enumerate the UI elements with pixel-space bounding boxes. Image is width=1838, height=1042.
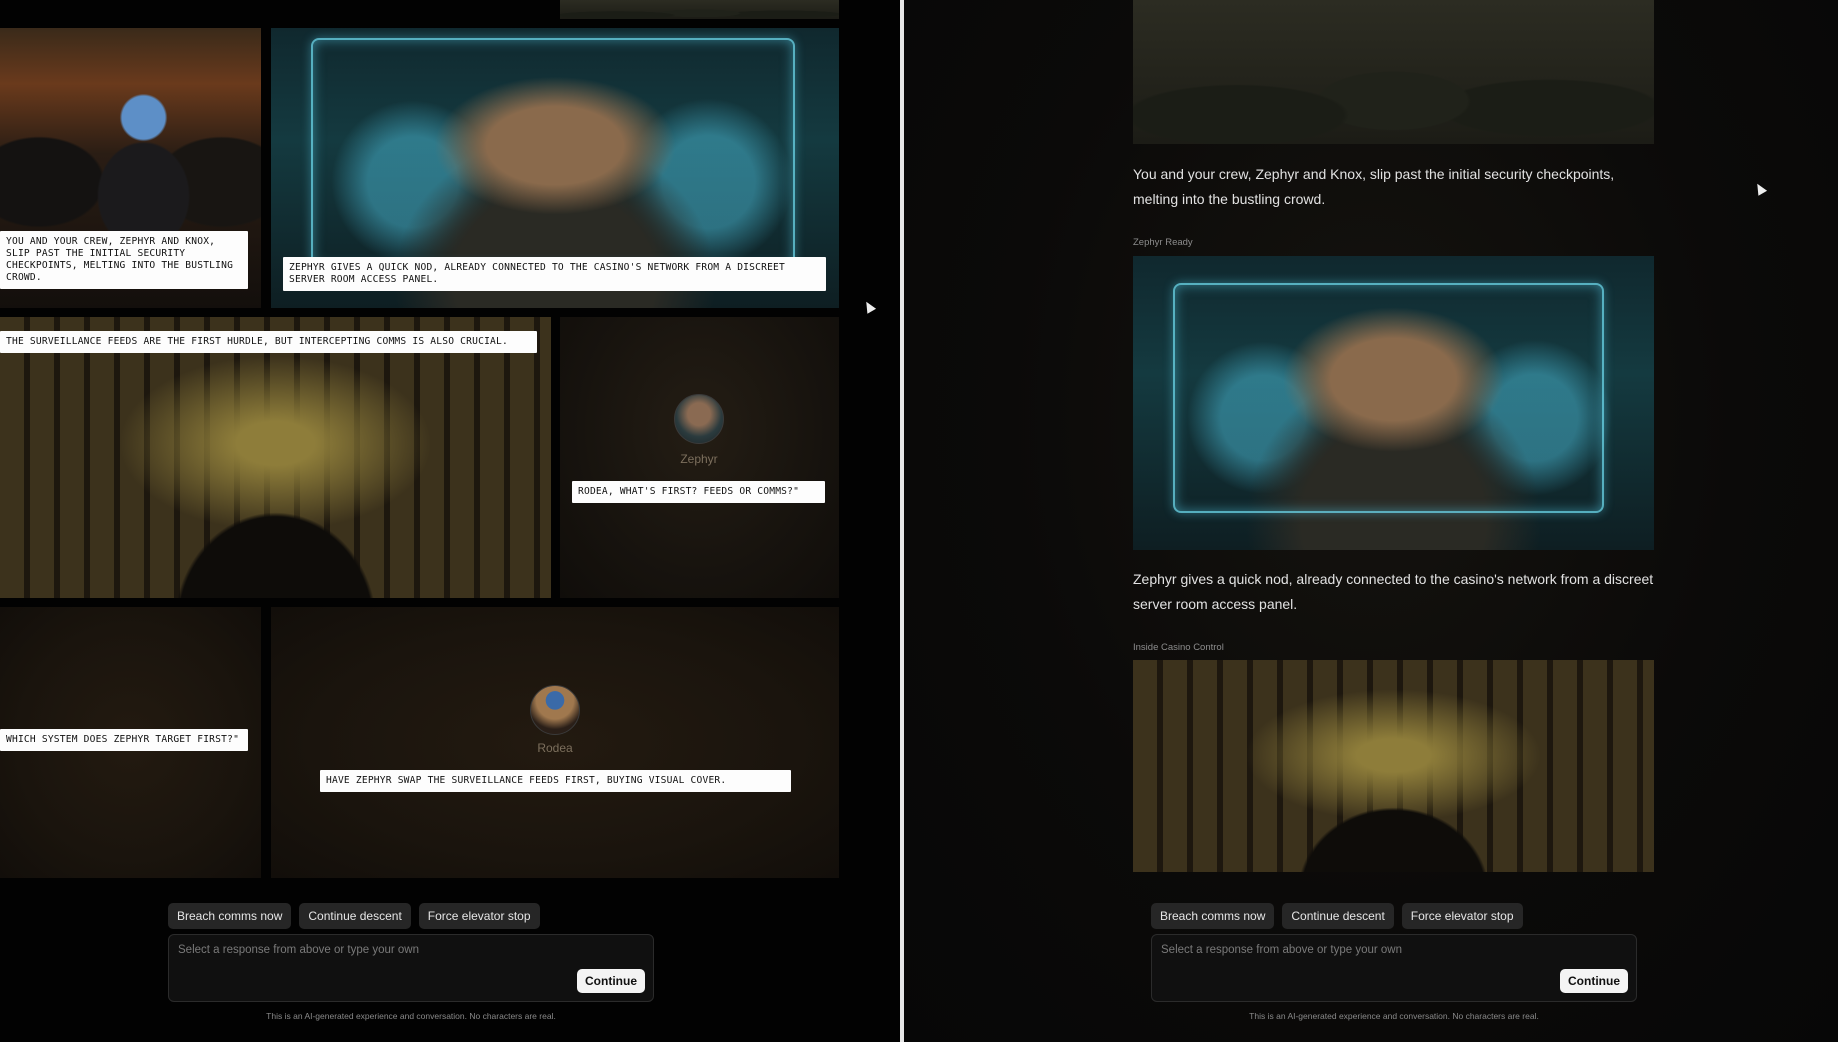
zephyr-speech-bubble: Rodea, what's first? Feeds or comms?" (572, 481, 825, 503)
panel-rodea-dialogue: Rodea Have Zephyr swap the surveillance … (271, 607, 839, 878)
mouse-cursor-icon (1752, 181, 1768, 196)
rodea-avatar (530, 685, 580, 735)
suggestion-force-elevator-stop[interactable]: Force elevator stop (1401, 903, 1523, 929)
zephyr-avatar (674, 394, 724, 444)
panel-question: Which system does Zephyr target first?" (0, 607, 261, 878)
suggestion-breach-comms[interactable]: Breach comms now (168, 903, 292, 929)
feed-text-1: You and your crew, Zephyr and Knox, slip… (1133, 166, 1615, 207)
continue-button[interactable]: Continue (1560, 969, 1628, 993)
response-input[interactable]: Select a response from above or type you… (168, 934, 654, 1002)
zephyr-speaker-name: Zephyr (680, 452, 718, 466)
feed-label-casino-control: Inside Casino Control (1133, 642, 1224, 653)
suggestion-force-elevator-stop[interactable]: Force elevator stop (418, 903, 540, 929)
panel-crowd-caption: You and your crew, Zephyr and Knox, slip… (0, 231, 248, 289)
feed-label-zephyr-ready: Zephyr Ready (1133, 237, 1193, 248)
response-input-placeholder: Select a response from above or type you… (1161, 944, 1402, 956)
comic-view-pane: You and your crew, Zephyr and Knox, slip… (0, 0, 900, 1042)
suggestion-chips: Breach comms now Continue descent Force … (168, 903, 540, 929)
panel-top-strip-image (560, 0, 839, 19)
feed-zephyr-image (1133, 256, 1654, 550)
panel-zephyr-caption: Zephyr gives a quick nod, already connec… (283, 257, 826, 291)
response-input[interactable]: Select a response from above or type you… (1151, 934, 1637, 1002)
suggestion-chips: Breach comms now Continue descent Force … (1151, 903, 1523, 929)
panel-control-caption: The surveillance feeds are the first hur… (0, 331, 537, 353)
feed-text-2: Zephyr gives a quick nod, already connec… (1133, 571, 1654, 612)
hologram-frame (311, 38, 795, 268)
response-input-placeholder: Select a response from above or type you… (178, 944, 419, 956)
panel-zephyr-image: Zephyr gives a quick nod, already connec… (271, 28, 839, 308)
suggestion-continue-descent[interactable]: Continue descent (299, 903, 411, 929)
feed-view-pane: You and your crew, Zephyr and Knox, slip… (904, 0, 1838, 1042)
rodea-speech-bubble: Have Zephyr swap the surveillance feeds … (320, 770, 791, 792)
panel-question-caption: Which system does Zephyr target first?" (0, 729, 248, 751)
mouse-cursor-icon (861, 299, 877, 314)
panel-control-room-image: The surveillance feeds are the first hur… (0, 317, 551, 598)
hologram-frame (1173, 283, 1604, 513)
suggestion-breach-comms[interactable]: Breach comms now (1151, 903, 1275, 929)
feed-crowd-image (1133, 0, 1654, 144)
suggestion-continue-descent[interactable]: Continue descent (1282, 903, 1394, 929)
continue-button[interactable]: Continue (577, 969, 645, 993)
panel-crowd-image: You and your crew, Zephyr and Knox, slip… (0, 28, 261, 308)
ai-disclaimer: This is an AI-generated experience and c… (266, 1011, 556, 1021)
panel-zephyr-dialogue: Zephyr Rodea, what's first? Feeds or com… (560, 317, 839, 598)
feed-control-room-image (1133, 660, 1654, 872)
ai-disclaimer: This is an AI-generated experience and c… (1249, 1011, 1539, 1021)
rodea-speaker-name: Rodea (537, 741, 573, 755)
